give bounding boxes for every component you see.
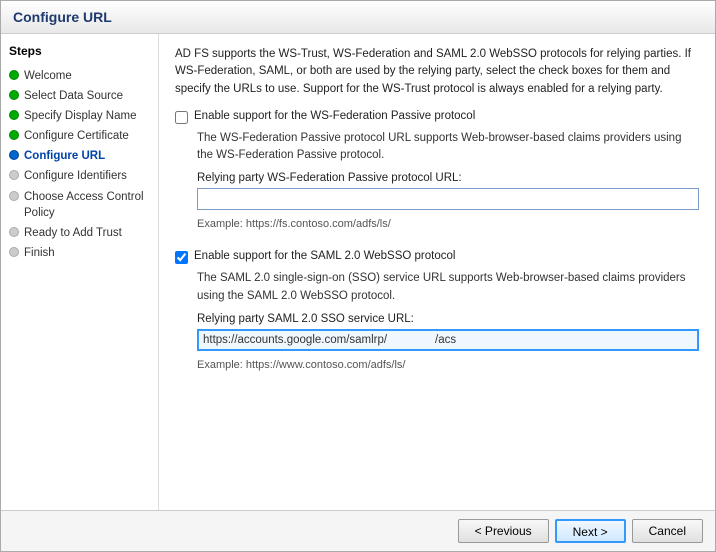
saml-checkbox-row: Enable support for the SAML 2.0 WebSSO p… [175, 250, 699, 264]
sidebar-item-select-data-source[interactable]: Select Data Source [9, 86, 150, 106]
saml-checkbox-label[interactable]: Enable support for the SAML 2.0 WebSSO p… [194, 250, 455, 262]
sidebar-label-specify-display-name: Specify Display Name [24, 108, 136, 124]
main-intro-text: AD FS supports the WS-Trust, WS-Federati… [175, 46, 699, 98]
dot-icon-finish [9, 247, 19, 257]
ws-federation-example: Example: https://fs.contoso.com/adfs/ls/ [197, 218, 699, 230]
cancel-button[interactable]: Cancel [632, 519, 703, 543]
sidebar-item-specify-display-name[interactable]: Specify Display Name [9, 106, 150, 126]
saml-url-input[interactable] [197, 329, 699, 351]
next-button[interactable]: Next > [555, 519, 626, 543]
sidebar-item-configure-url[interactable]: Configure URL [9, 146, 150, 166]
dialog-body: Steps Welcome Select Data Source Specify… [1, 34, 715, 510]
saml-description: The SAML 2.0 single-sign-on (SSO) servic… [197, 270, 699, 305]
ws-federation-description: The WS-Federation Passive protocol URL s… [197, 130, 699, 165]
dot-icon-specify-display-name [9, 110, 19, 120]
sidebar-title: Steps [9, 44, 150, 58]
configure-url-dialog: Configure URL Steps Welcome Select Data … [0, 0, 716, 552]
dialog-footer: < Previous Next > Cancel [1, 510, 715, 551]
sidebar-label-choose-access-control-policy: Choose Access Control Policy [24, 189, 150, 221]
ws-federation-field-label: Relying party WS-Federation Passive prot… [197, 172, 699, 184]
sidebar-label-finish: Finish [24, 245, 55, 261]
sidebar: Steps Welcome Select Data Source Specify… [1, 34, 159, 510]
dot-icon-configure-certificate [9, 130, 19, 140]
dot-icon-configure-identifiers [9, 170, 19, 180]
dot-icon-choose-access-control-policy [9, 191, 19, 201]
saml-example: Example: https://www.contoso.com/adfs/ls… [197, 359, 699, 371]
saml-field-label: Relying party SAML 2.0 SSO service URL: [197, 313, 699, 325]
dot-icon-welcome [9, 70, 19, 80]
sidebar-item-ready-to-add-trust[interactable]: Ready to Add Trust [9, 223, 150, 243]
dialog-title: Configure URL [1, 1, 715, 34]
ws-federation-checkbox-row: Enable support for the WS-Federation Pas… [175, 110, 699, 124]
sidebar-item-configure-certificate[interactable]: Configure Certificate [9, 126, 150, 146]
sidebar-label-select-data-source: Select Data Source [24, 88, 123, 104]
dot-icon-ready-to-add-trust [9, 227, 19, 237]
sidebar-label-configure-certificate: Configure Certificate [24, 128, 129, 144]
main-content: AD FS supports the WS-Trust, WS-Federati… [159, 34, 715, 510]
ws-federation-checkbox[interactable] [175, 111, 188, 124]
sidebar-item-configure-identifiers[interactable]: Configure Identifiers [9, 166, 150, 186]
dot-icon-configure-url [9, 150, 19, 160]
sidebar-label-ready-to-add-trust: Ready to Add Trust [24, 225, 122, 241]
sidebar-label-configure-identifiers: Configure Identifiers [24, 168, 127, 184]
ws-federation-checkbox-label[interactable]: Enable support for the WS-Federation Pas… [194, 110, 475, 122]
dot-icon-select-data-source [9, 90, 19, 100]
ws-federation-url-input[interactable] [197, 188, 699, 210]
sidebar-item-finish[interactable]: Finish [9, 243, 150, 263]
previous-button[interactable]: < Previous [458, 519, 549, 543]
saml-checkbox[interactable] [175, 251, 188, 264]
sidebar-item-choose-access-control-policy[interactable]: Choose Access Control Policy [9, 187, 150, 223]
sidebar-label-welcome: Welcome [24, 68, 72, 84]
sidebar-label-configure-url: Configure URL [24, 148, 105, 164]
sidebar-item-welcome[interactable]: Welcome [9, 66, 150, 86]
